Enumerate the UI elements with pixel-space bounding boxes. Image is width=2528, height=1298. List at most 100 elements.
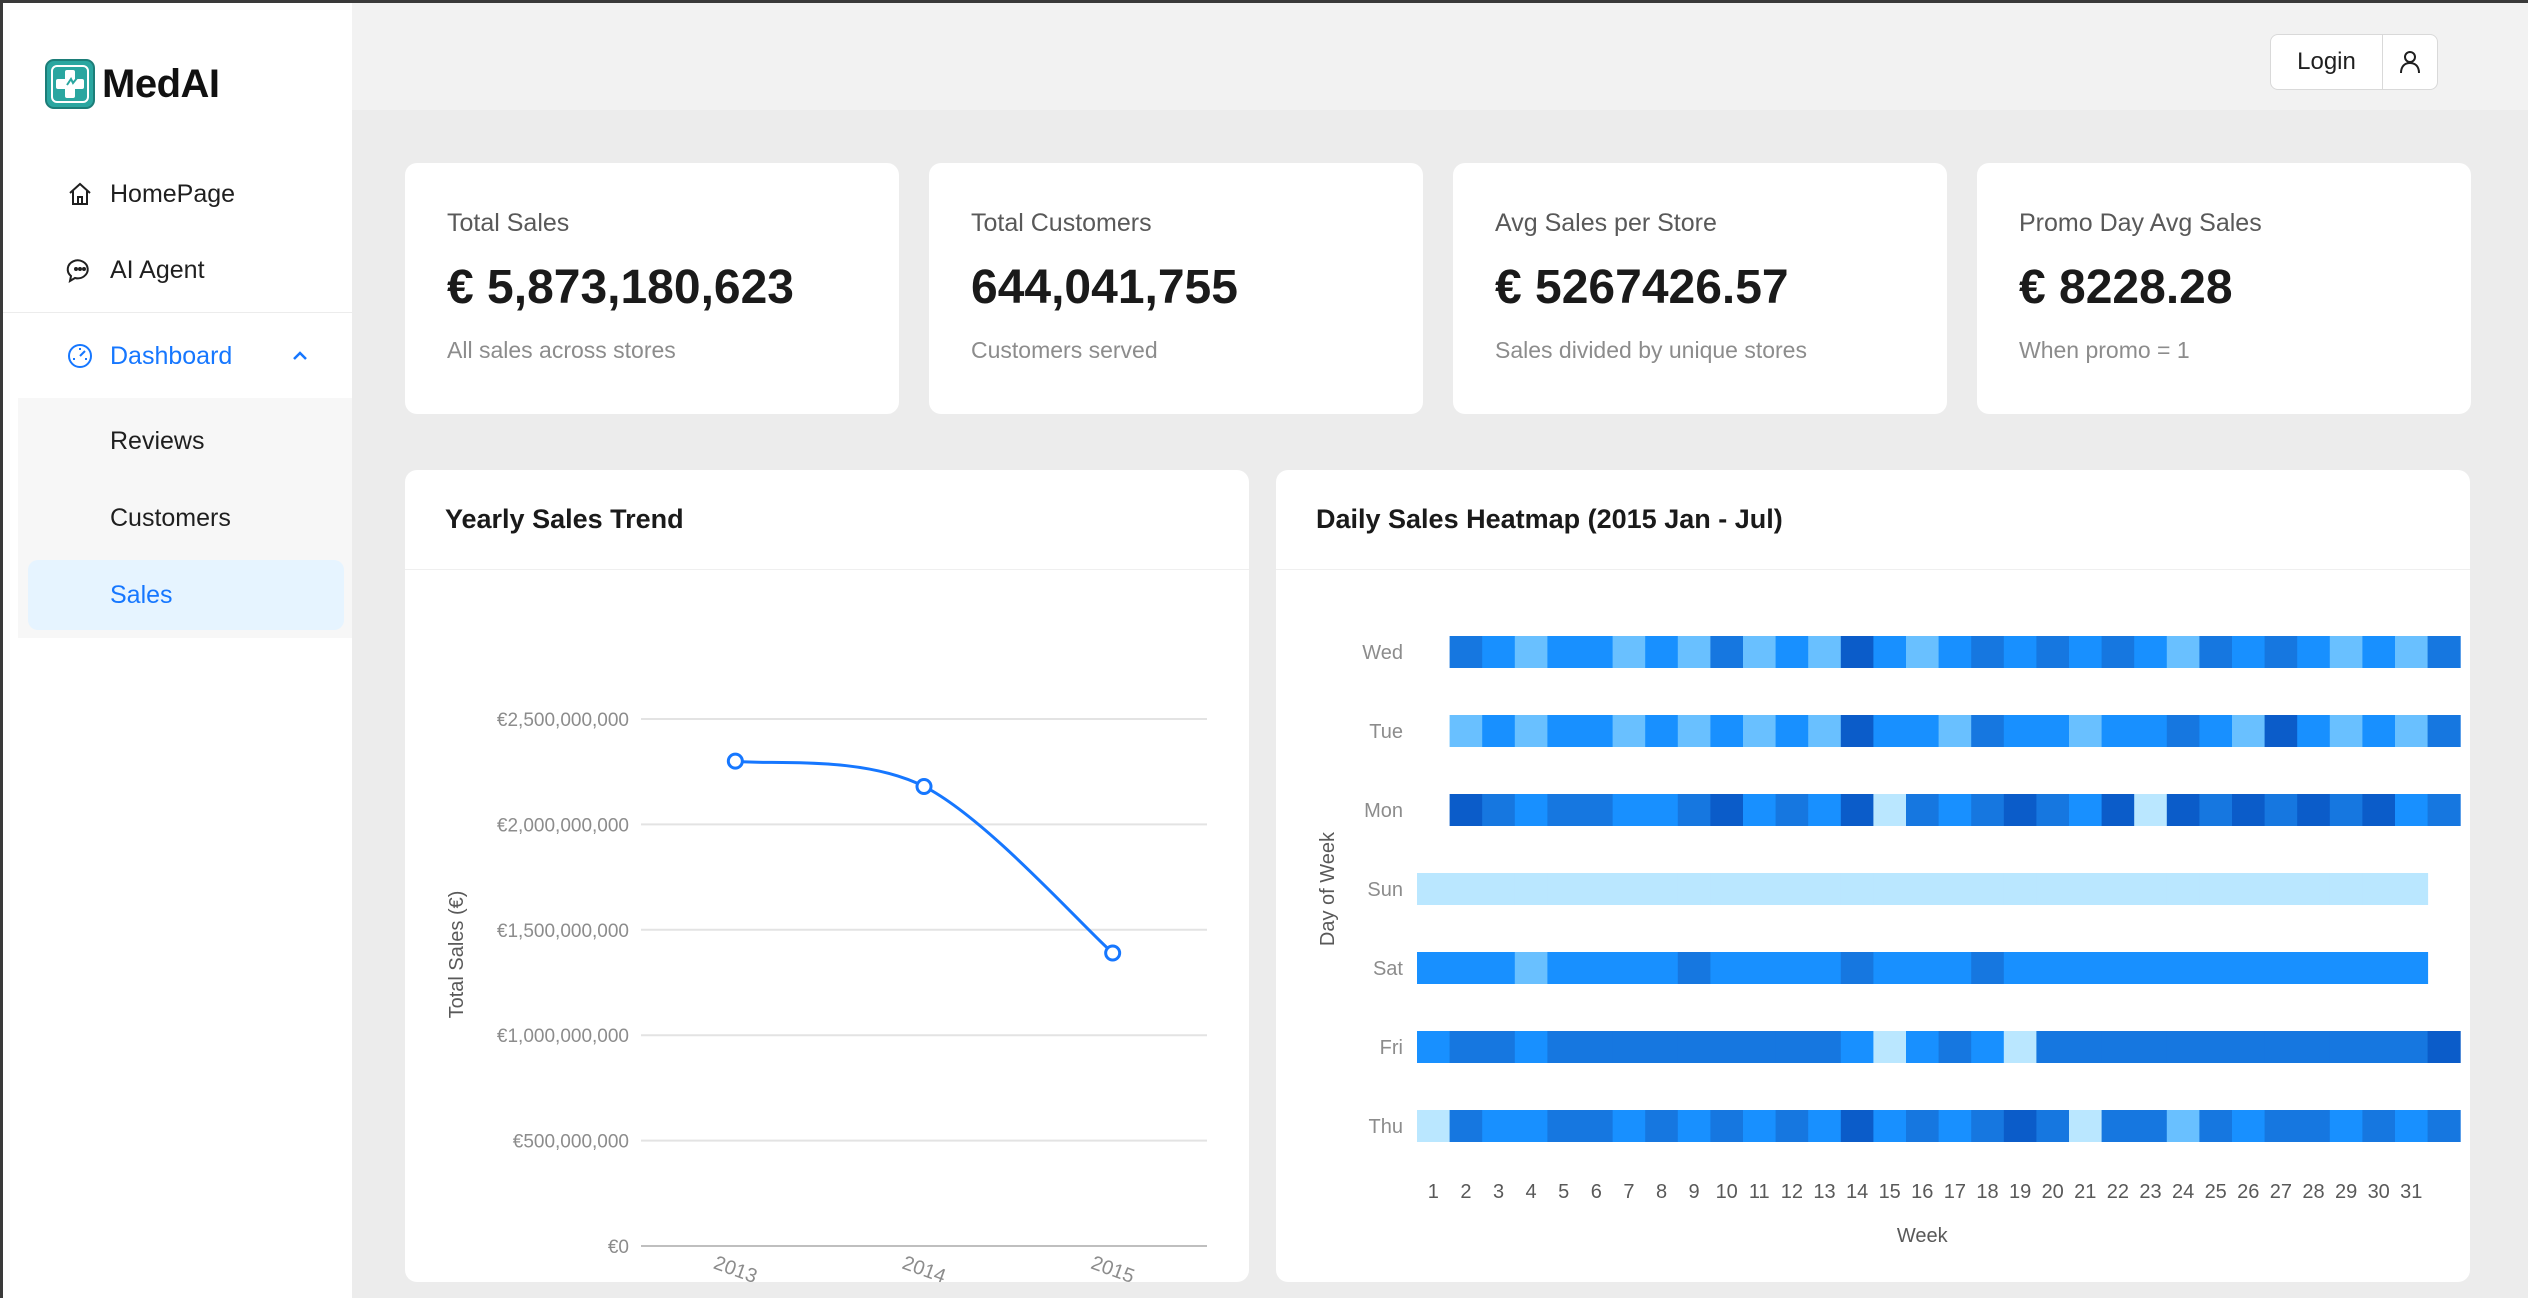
heatmap-cell — [2199, 1031, 2233, 1063]
heatmap-cell — [2036, 1031, 2070, 1063]
heatmap-cell — [1645, 1031, 1679, 1063]
y-tick-label: Tue — [1369, 721, 1403, 743]
heatmap-cell — [1580, 636, 1614, 668]
user-button[interactable] — [2383, 35, 2437, 89]
heatmap-cell — [2427, 636, 2461, 668]
heatmap-cell — [2101, 715, 2135, 747]
x-tick-label: 27 — [2270, 1181, 2292, 1203]
stat-description: All sales across stores — [447, 337, 676, 363]
heatmap-cell — [2134, 715, 2168, 747]
sidebar-subitem-reviews[interactable]: Reviews — [28, 406, 344, 476]
heatmap-cell — [2264, 715, 2298, 747]
heatmap-cell — [1938, 952, 1972, 984]
heatmap-cell — [1775, 1110, 1809, 1142]
heatmap-cell — [2134, 1031, 2168, 1063]
heatmap-cell — [1612, 1031, 1646, 1063]
heatmap-cell — [2329, 715, 2363, 747]
x-tick-label: 5 — [1558, 1181, 1569, 1203]
y-axis-label: Total Sales (€) — [446, 891, 468, 1019]
heatmap-cell — [2232, 1031, 2266, 1063]
heatmap-cell — [2297, 1110, 2331, 1142]
heatmap-cell — [1840, 952, 1874, 984]
heatmap-cell — [2003, 1110, 2037, 1142]
heatmap-cell — [1710, 1110, 1744, 1142]
sidebar-item-ai-agent[interactable]: AI Agent — [28, 238, 344, 302]
heatmap-cell — [2297, 873, 2331, 905]
heatmap-cell — [1645, 873, 1679, 905]
x-tick-label: 2015 — [1088, 1252, 1137, 1282]
stat-title: Total Customers — [971, 209, 1152, 237]
x-tick-label: 2013 — [711, 1252, 760, 1282]
heatmap-cell — [2069, 794, 2103, 826]
heatmap-cell — [2232, 873, 2266, 905]
heatmap-cell — [1808, 952, 1842, 984]
sidebar-divider — [0, 312, 352, 313]
heatmap-cell — [1710, 952, 1744, 984]
heatmap-cell — [1645, 715, 1679, 747]
heatmap-cell — [2395, 873, 2429, 905]
heatmap-cell — [1971, 1031, 2005, 1063]
y-tick-label: €1,500,000,000 — [497, 921, 629, 942]
heatmap-cell — [1482, 873, 1516, 905]
x-tick-label: 12 — [1781, 1181, 1803, 1203]
heatmap-cell — [2166, 1110, 2200, 1142]
heatmap-cell — [1514, 873, 1548, 905]
heatmap-cell — [2297, 1031, 2331, 1063]
heatmap-cell — [1743, 715, 1777, 747]
heatmap-cell — [1971, 1110, 2005, 1142]
top-header: Login — [352, 0, 2528, 110]
x-tick-label: 24 — [2172, 1181, 2194, 1203]
heatmap-cell — [1612, 952, 1646, 984]
heatmap-cell — [1677, 715, 1711, 747]
chart-title: Yearly Sales Trend — [405, 470, 1249, 570]
yearly-sales-line-chart: €0 €500,000,000 €1,000,000,000 €1,500,000,0… — [446, 710, 1207, 1288]
heatmap-cell — [1971, 636, 2005, 668]
heatmap-cell — [1873, 715, 1907, 747]
heatmap-cell — [1449, 794, 1483, 826]
x-tick-label: 6 — [1591, 1181, 1602, 1203]
daily-sales-heatmap-card: Daily Sales Heatmap (2015 Jan - Jul) Wed… — [1276, 470, 2470, 1282]
heatmap-cell — [1840, 1031, 1874, 1063]
heatmap-cell — [1612, 636, 1646, 668]
heatmap-cell — [2003, 715, 2037, 747]
heatmap-cell — [2264, 636, 2298, 668]
heatmap-cell — [2134, 952, 2168, 984]
login-button[interactable]: Login — [2271, 35, 2383, 89]
heatmap-cell — [1906, 636, 1940, 668]
daily-sales-heatmap: WedTueMonSunSatFriThu1 2 3 4 5 6 7 8 9 10 11 12 13 14… — [1317, 636, 2461, 1247]
heatmap-cell — [1514, 636, 1548, 668]
heatmap-cell — [1612, 715, 1646, 747]
heatmap-cell — [2036, 1110, 2070, 1142]
stat-value: € 5,873,180,623 — [447, 261, 794, 314]
heatmap-cell — [1743, 636, 1777, 668]
heatmap-cell — [2101, 636, 2135, 668]
heatmap-cell — [2297, 794, 2331, 826]
sidebar-subitem-sales[interactable]: Sales — [28, 560, 344, 630]
heatmap-cell — [2134, 794, 2168, 826]
heatmap-cell — [2362, 1031, 2396, 1063]
heatmap-cell — [1580, 1031, 1614, 1063]
heatmap-cell — [2199, 873, 2233, 905]
sidebar-item-homepage[interactable]: HomePage — [28, 162, 344, 226]
heatmap-cell — [2134, 873, 2168, 905]
heatmap-cell — [1417, 873, 1451, 905]
sidebar-item-label: Dashboard — [110, 341, 233, 370]
heatmap-cell — [2395, 1031, 2429, 1063]
sidebar-item-label: HomePage — [110, 179, 236, 208]
heatmap-cell — [2232, 636, 2266, 668]
sidebar-item-dashboard[interactable]: Dashboard — [28, 324, 344, 388]
heatmap-cell — [1710, 715, 1744, 747]
heatmap-cell — [2264, 1031, 2298, 1063]
heatmap-cell — [2166, 1031, 2200, 1063]
heatmap-cell — [2362, 715, 2396, 747]
app-logo[interactable]: MedAI — [44, 56, 220, 112]
heatmap-cell — [1710, 1031, 1744, 1063]
y-tick-label: Thu — [1369, 1116, 1403, 1138]
x-tick-label: 29 — [2335, 1181, 2357, 1203]
heatmap-cell — [2166, 952, 2200, 984]
heatmap-cell — [1938, 636, 1972, 668]
chevron-up-icon[interactable] — [290, 346, 310, 366]
x-tick-label: 2014 — [899, 1252, 948, 1282]
sidebar-subitem-customers[interactable]: Customers — [28, 483, 344, 553]
heatmap-cell — [1547, 794, 1581, 826]
